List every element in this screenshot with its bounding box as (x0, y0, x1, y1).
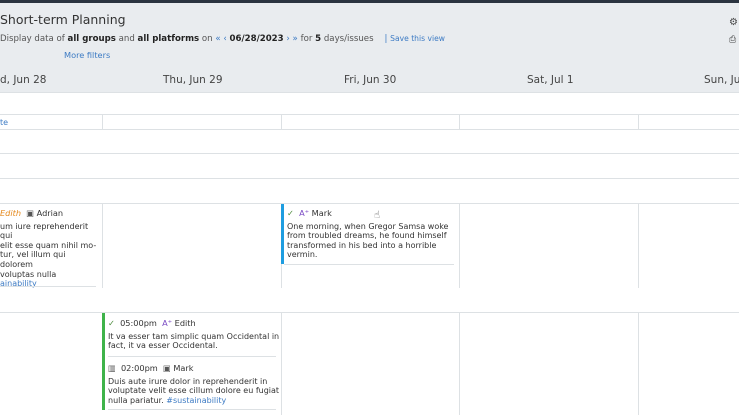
platforms-filter-link[interactable]: all platforms (138, 34, 200, 44)
table-icon: ▥ (108, 363, 116, 373)
grid-column-line (102, 114, 103, 129)
card-text-line: It va esser tam simplic quam Occidental … (108, 331, 280, 341)
card-tag[interactable]: ainability (0, 279, 100, 289)
planning-card[interactable]: ▥ 02:00pm ▣ Mark Duis aute irure dolor i… (108, 363, 280, 405)
card-text-line: nulla pariatur. (108, 395, 164, 405)
grid-divider (0, 114, 739, 115)
grid-column-line (459, 203, 460, 288)
card-text-line: One morning, when Gregor Samsa woke (287, 221, 449, 231)
page-title: Short-term Planning (0, 12, 126, 27)
day-header-row: d, Jun 28 Thu, Jun 29 Fri, Jun 30 Sat, J… (0, 64, 739, 93)
day-label: Thu, Jun 29 (163, 74, 223, 86)
filter-prefix: Display data of (0, 34, 65, 44)
card-text-line: tur, vel illum qui dolorem (0, 250, 66, 269)
card-text-line: vermin. (287, 250, 318, 260)
card-text-line: elit esse quam nihil mo- (0, 240, 97, 250)
grid-column-line (281, 312, 282, 415)
filter-and: and (118, 34, 135, 44)
more-filters-link[interactable]: More filters (64, 50, 110, 60)
card-text-line: Duis aute irure dolor in reprehenderit i… (108, 376, 268, 386)
card-time: 05:00pm (120, 318, 157, 328)
planning-card[interactable]: Edith ▣ Adrian um iure reprehenderit qui… (0, 208, 100, 289)
day-label: Fri, Jun 30 (344, 74, 397, 86)
day-label: Sat, Jul 1 (527, 74, 574, 86)
grid-column-line (459, 114, 460, 129)
groups-filter-link[interactable]: all groups (68, 34, 116, 44)
date-prev-icon[interactable]: « ‹ (215, 34, 226, 44)
card-tag[interactable]: #sustainability (166, 396, 226, 405)
user-icon: ▣ (26, 208, 35, 218)
card-time: 02:00pm (120, 363, 158, 373)
filter-summary: Display data of all groups and all platf… (0, 34, 445, 44)
filter-on: on (201, 34, 213, 44)
gear-icon[interactable]: ⚙ (729, 17, 738, 28)
grid-column-line (281, 114, 282, 129)
card-text-line: from troubled dreams, he found himself (287, 231, 447, 241)
card-divider (108, 409, 276, 410)
row-link[interactable]: te (0, 118, 8, 127)
card-assignee: Mark (311, 208, 332, 218)
grid-divider (0, 312, 739, 313)
card-text-line: um iure reprehenderit qui (0, 221, 89, 241)
card-divider (284, 264, 454, 265)
card-meta: ✓ 05:00pm A⁺ Edith (108, 318, 280, 329)
grid-column-line (638, 203, 639, 288)
card-assignee: Edith (174, 318, 196, 328)
card-assignee: Mark (173, 363, 194, 373)
card-meta: ▥ 02:00pm ▣ Mark (108, 363, 280, 374)
card-assignee: Adrian (36, 208, 64, 218)
card-divider (0, 286, 96, 287)
filter-for: for (300, 34, 313, 44)
card-text-line: fact, it va esser Occidental. (108, 341, 218, 351)
grid-column-line (102, 203, 103, 288)
save-view-link[interactable]: Save this view (390, 34, 445, 43)
card-divider (108, 356, 276, 357)
card-text-line: transformed in his bed into a horrible (287, 240, 437, 250)
check-icon: ✓ (108, 318, 115, 328)
separator: | (384, 34, 388, 44)
days-count[interactable]: 5 (315, 34, 321, 44)
mouse-cursor-icon: ☝ (374, 210, 381, 221)
status-bar-blue (281, 204, 284, 264)
user-icon: ▣ (162, 363, 171, 373)
day-label: Sun, Jul (704, 74, 739, 86)
grid-divider (0, 153, 739, 154)
grid-divider (0, 178, 739, 179)
translate-icon: A⁺ (299, 208, 310, 218)
card-author: Edith (0, 208, 22, 218)
grid-column-line (638, 312, 639, 415)
card-meta: ✓ A⁺ Mark (287, 208, 457, 219)
planning-card[interactable]: ✓ A⁺ Mark One morning, when Gregor Samsa… (287, 208, 457, 260)
translate-icon: A⁺ (162, 318, 173, 328)
status-bar-green (102, 313, 105, 410)
grid-column-line (638, 114, 639, 129)
date-value[interactable]: 06/28/2023 (230, 34, 284, 44)
card-meta: Edith ▣ Adrian (0, 208, 100, 219)
card-text-line: voluptate velit esse cillum dolore eu fu… (108, 386, 280, 396)
card-text-line: voluptas nulla (0, 269, 57, 279)
grid-column-line (459, 312, 460, 415)
grid-divider (0, 203, 739, 204)
check-icon: ✓ (287, 208, 294, 218)
planning-header: Short-term Planning Display data of all … (0, 3, 739, 64)
grid-divider (0, 129, 739, 130)
planning-card[interactable]: ✓ 05:00pm A⁺ Edith It va esser tam simpl… (108, 318, 280, 351)
date-next-icon[interactable]: › » (286, 34, 297, 44)
print-icon[interactable]: ⎙ (729, 35, 736, 45)
day-label: d, Jun 28 (0, 74, 47, 86)
days-unit: days/issues (323, 34, 374, 44)
